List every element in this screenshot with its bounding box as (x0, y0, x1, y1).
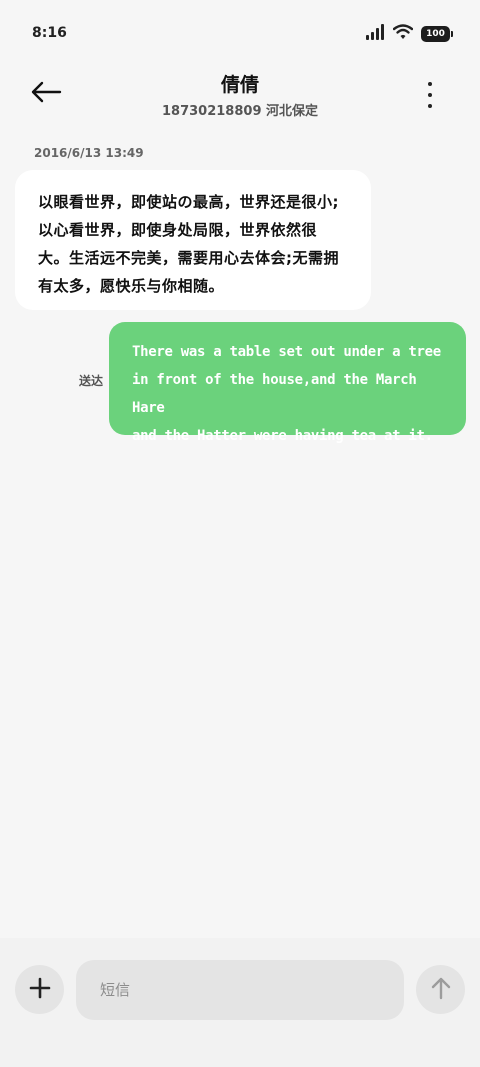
battery-level: 100 (426, 29, 445, 39)
battery-icon: 100 (421, 26, 453, 42)
sent-message-line: in front of the house,and the March Hare (132, 372, 417, 416)
sent-message-row: 送达 There was a table set out under a tre… (0, 322, 480, 444)
message-timestamp: 2016/6/13 13:49 (34, 146, 144, 160)
sent-message-line: There was a table set out under a tree (132, 344, 441, 360)
add-attachment-button[interactable] (15, 965, 64, 1014)
delivery-status: 送达 (79, 374, 104, 388)
sms-input-field[interactable] (76, 960, 404, 1020)
wifi-icon (392, 24, 414, 44)
status-time: 8:16 (32, 25, 67, 41)
send-button[interactable] (416, 965, 465, 1014)
received-message-bubble[interactable]: 以眼看世界，即使站の最高，世界还是很小; 以心看世界，即使身处局限，世界依然很 … (15, 170, 371, 310)
signal-icon (365, 24, 385, 44)
received-message-line: 以眼看世界，即使站の最高，世界还是很小; (38, 193, 340, 211)
conversation-header: 倩倩 18730218809 河北保定 (0, 68, 480, 128)
status-bar: 8:16 100 (0, 0, 480, 68)
contact-number-location: 18730218809 河北保定 (161, 104, 319, 119)
sent-message-line: and the Hatter were having tea at it. (132, 428, 433, 444)
arrow-up-icon (430, 976, 452, 1004)
sent-message-bubble[interactable]: There was a table set out under a tree i… (109, 322, 466, 444)
contact-name: 倩倩 (220, 74, 259, 96)
received-message-line: 以心看世界，即使身处局限，世界依然很 (38, 221, 318, 239)
sms-conversation-screen: 8:16 100 倩倩 18730218809 河北保定 2016/6/13 1… (0, 0, 480, 1067)
plus-icon (29, 977, 51, 1003)
more-vertical-icon (428, 82, 432, 86)
more-options-button[interactable] (418, 81, 442, 109)
message-composer (0, 938, 480, 1067)
contact-title-block: 倩倩 18730218809 河北保定 (0, 72, 480, 119)
received-message-line: 大。生活远不完美，需要用心去体会;无需拥 (38, 249, 340, 267)
received-message-line: 有太多，愿快乐与你相随。 (38, 277, 225, 295)
status-icons: 100 (365, 24, 453, 44)
